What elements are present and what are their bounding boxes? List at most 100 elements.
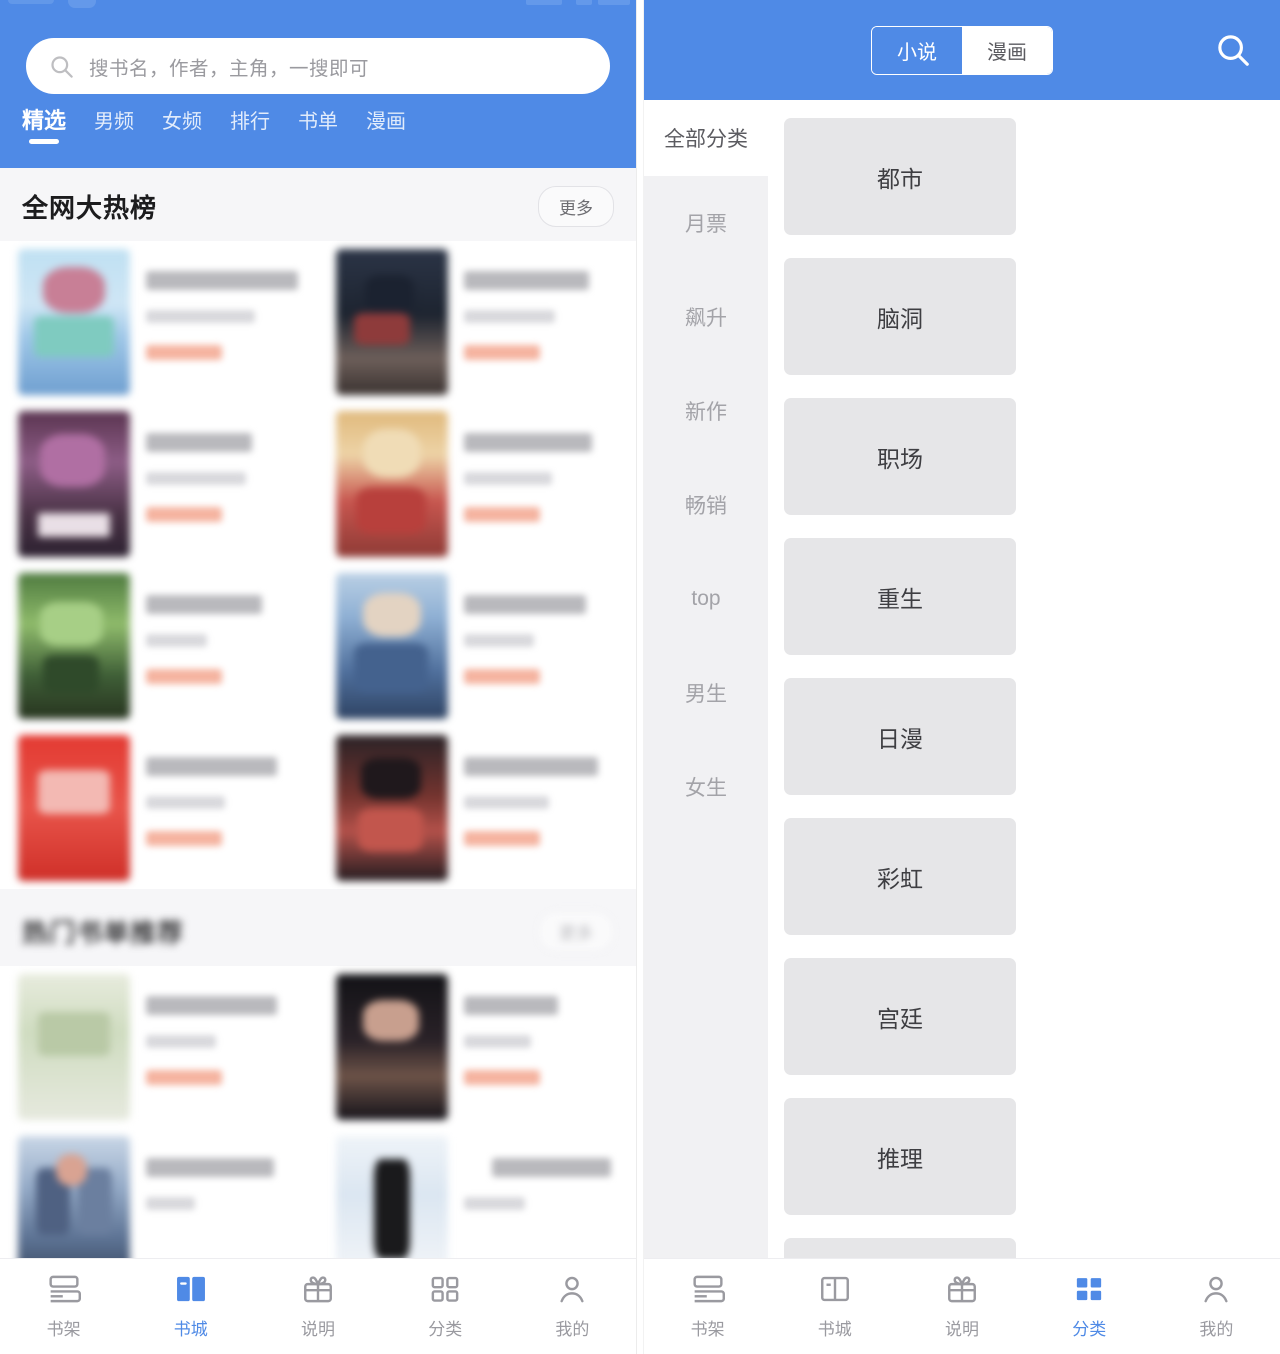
tabbar-item-bookshelf[interactable]: 书架 bbox=[644, 1273, 771, 1340]
tabbar-item-bookshelf[interactable]: 书架 bbox=[0, 1273, 127, 1340]
sidebar-item-new[interactable]: 新作 bbox=[644, 364, 768, 458]
category-tile-urban[interactable]: 都市 bbox=[784, 118, 1016, 235]
book-author bbox=[146, 796, 226, 809]
book-title bbox=[464, 433, 592, 452]
sidebar-item-all[interactable]: 全部分类 bbox=[644, 100, 768, 176]
book-title bbox=[146, 433, 253, 452]
search-icon bbox=[51, 55, 73, 78]
section-title: 热门书单推荐 bbox=[22, 918, 185, 948]
person-icon bbox=[1204, 1276, 1228, 1303]
book-author bbox=[464, 634, 534, 647]
bookstore-content[interactable]: 全网大热榜 更多 热门书单推荐 更多 bbox=[0, 168, 636, 1258]
book-title bbox=[146, 271, 298, 290]
category-content: 都市 脑洞 职场 重生 日漫 彩虹 宫廷 推理 江湖 大女主 纯爱 妖怪 其他 bbox=[768, 100, 1280, 1258]
book-tag bbox=[146, 669, 222, 684]
tabbar-item-category[interactable]: 分类 bbox=[382, 1273, 509, 1340]
book-info bbox=[448, 974, 626, 1085]
search-input-placeholder[interactable]: 搜书名，作者，主角，一搜即可 bbox=[89, 52, 369, 81]
tab-paihang[interactable]: 排行 bbox=[230, 112, 270, 148]
category-header: 小说 漫画 bbox=[644, 0, 1280, 100]
book-author bbox=[464, 796, 550, 809]
list-item[interactable] bbox=[318, 403, 636, 565]
sidebar-item-girls[interactable]: 女生 bbox=[644, 740, 768, 834]
status-bar-wifi-icon bbox=[576, 0, 592, 5]
sidebar-item-boys[interactable]: 男生 bbox=[644, 646, 768, 740]
list-item[interactable] bbox=[318, 241, 636, 403]
more-button[interactable]: 更多 bbox=[538, 911, 614, 952]
book-info bbox=[448, 249, 626, 360]
bookstore-tabbar: 书架 书城 说明 分类 我的 bbox=[0, 1258, 636, 1354]
tabbar-item-mine[interactable]: 我的 bbox=[1153, 1273, 1280, 1340]
book-author bbox=[146, 1197, 195, 1210]
list-item[interactable] bbox=[0, 727, 318, 889]
sidebar-item-bestseller[interactable]: 畅销 bbox=[644, 458, 768, 552]
list-item[interactable] bbox=[318, 727, 636, 889]
panel-divider bbox=[636, 0, 644, 1354]
tab-label: 书单 bbox=[298, 111, 339, 133]
book-cover bbox=[18, 573, 130, 719]
sidebar-item-top[interactable]: top bbox=[644, 552, 768, 646]
tabbar-item-bookstore[interactable]: 书城 bbox=[127, 1273, 254, 1340]
book-tag bbox=[464, 507, 540, 522]
list-item[interactable] bbox=[0, 565, 318, 727]
tabbar-label: 我的 bbox=[1199, 1320, 1234, 1339]
tab-label: 排行 bbox=[230, 111, 271, 133]
sidebar-item-monthly-ticket[interactable]: 月票 bbox=[644, 176, 768, 270]
dual-screenshot-container: 搜书名，作者，主角，一搜即可 精选 男频 女频 排行 书单 漫画 全网大热榜 更… bbox=[0, 0, 1280, 1354]
category-tile-mystery[interactable]: 推理 bbox=[784, 1098, 1016, 1215]
book-tag bbox=[464, 1070, 540, 1085]
sidebar-item-rising[interactable]: 飙升 bbox=[644, 270, 768, 364]
tab-jingxuan[interactable]: 精选 bbox=[22, 110, 66, 148]
category-tile-jianghu[interactable]: 江湖 bbox=[784, 1238, 1016, 1258]
tabbar-item-category[interactable]: 分类 bbox=[1026, 1273, 1153, 1340]
list-item[interactable] bbox=[318, 966, 636, 1128]
book-cover bbox=[336, 411, 448, 557]
list-item[interactable] bbox=[0, 966, 318, 1128]
tabbar-label: 书架 bbox=[690, 1320, 725, 1339]
category-tile-rebirth[interactable]: 重生 bbox=[784, 538, 1016, 655]
tabbar-item-description[interactable]: 说明 bbox=[254, 1273, 381, 1340]
segment-novel[interactable]: 小说 bbox=[872, 26, 962, 74]
tab-label: 男频 bbox=[94, 111, 135, 133]
tabbar-item-bookstore[interactable]: 书城 bbox=[771, 1273, 898, 1340]
book-author bbox=[146, 310, 256, 323]
book-cover bbox=[18, 735, 130, 881]
category-sidebar: 全部分类 月票 飙升 新作 畅销 top 男生 女生 bbox=[644, 100, 768, 1258]
segment-comic[interactable]: 漫画 bbox=[962, 26, 1052, 74]
bookstore-header: 搜书名，作者，主角，一搜即可 精选 男频 女频 排行 书单 漫画 bbox=[0, 0, 636, 168]
tabbar-item-mine[interactable]: 我的 bbox=[509, 1273, 636, 1340]
status-bar-battery-icon bbox=[598, 0, 630, 5]
list-item[interactable] bbox=[0, 241, 318, 403]
list-item[interactable] bbox=[0, 403, 318, 565]
more-button[interactable]: 更多 bbox=[538, 186, 614, 227]
tabbar-item-description[interactable]: 说明 bbox=[898, 1273, 1025, 1340]
list-item[interactable] bbox=[318, 1128, 636, 1258]
tab-nanpin[interactable]: 男频 bbox=[94, 112, 134, 148]
list-item[interactable] bbox=[0, 1128, 318, 1258]
search-icon[interactable] bbox=[1214, 31, 1252, 69]
category-tile-rainbow[interactable]: 彩虹 bbox=[784, 818, 1016, 935]
book-title bbox=[146, 595, 262, 614]
tab-shudan[interactable]: 书单 bbox=[298, 112, 338, 148]
category-screen: 小说 漫画 全部分类 月票 飙升 新作 畅销 top 男生 女生 都市 脑洞 职… bbox=[644, 0, 1280, 1354]
book-info bbox=[130, 573, 308, 684]
category-tile-japanese-anime[interactable]: 日漫 bbox=[784, 678, 1016, 795]
category-tile-brainhole[interactable]: 脑洞 bbox=[784, 258, 1016, 375]
bookstore-screen: 搜书名，作者，主角，一搜即可 精选 男频 女频 排行 书单 漫画 全网大热榜 更… bbox=[0, 0, 636, 1354]
category-tile-workplace[interactable]: 职场 bbox=[784, 398, 1016, 515]
gift-icon bbox=[304, 1276, 332, 1303]
category-tile-palace[interactable]: 宫廷 bbox=[784, 958, 1016, 1075]
tab-manhua[interactable]: 漫画 bbox=[366, 112, 406, 148]
bookshelf-icon bbox=[693, 1275, 725, 1303]
list-item[interactable] bbox=[318, 565, 636, 727]
book-tag bbox=[146, 507, 222, 522]
tab-nvpin[interactable]: 女频 bbox=[162, 112, 202, 148]
grid-icon bbox=[1077, 1278, 1102, 1301]
book-author bbox=[146, 472, 247, 485]
book-info bbox=[130, 735, 308, 846]
search-bar[interactable]: 搜书名，作者，主角，一搜即可 bbox=[26, 38, 610, 94]
book-cover bbox=[336, 1136, 448, 1258]
book-author bbox=[464, 1035, 531, 1048]
book-author bbox=[464, 472, 553, 485]
book-list-hot bbox=[0, 241, 636, 889]
